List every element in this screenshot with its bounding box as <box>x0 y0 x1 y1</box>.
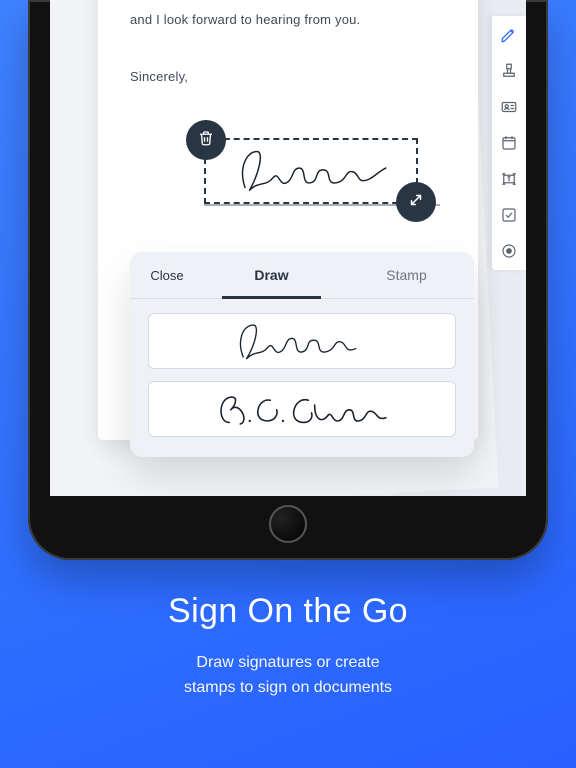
device-frame: and I look forward to hearing from you. … <box>28 0 548 560</box>
annotation-toolbar <box>491 16 526 270</box>
promo-title: Sign On the Go <box>0 592 576 631</box>
trash-icon <box>197 129 215 152</box>
promo-text: Sign On the Go Draw signatures or create… <box>0 592 576 701</box>
signature-panel-header: Close Draw Stamp <box>130 252 474 299</box>
signature-panel: Close Draw Stamp <box>130 252 474 457</box>
textbox-icon[interactable] <box>500 170 518 188</box>
delete-signature-button[interactable] <box>186 120 226 160</box>
device-screen: and I look forward to hearing from you. … <box>50 0 526 496</box>
signature-selection[interactable] <box>204 138 418 204</box>
close-button[interactable]: Close <box>130 268 204 283</box>
signature-item-jc-charles[interactable] <box>148 381 456 437</box>
stamp-icon[interactable] <box>500 62 518 80</box>
resize-icon <box>407 191 425 214</box>
checkbox-icon[interactable] <box>500 206 518 224</box>
document-area: and I look forward to hearing from you. … <box>50 0 526 496</box>
tab-draw[interactable]: Draw <box>204 252 339 298</box>
record-icon[interactable] <box>500 242 518 260</box>
home-button[interactable] <box>269 505 307 543</box>
signature-tabs: Draw Stamp <box>204 252 474 298</box>
signature-preview-james <box>222 146 406 192</box>
document-closing: Sincerely, <box>130 67 446 88</box>
resize-handle[interactable] <box>396 182 436 222</box>
pen-icon[interactable] <box>500 26 518 44</box>
signature-list <box>130 299 474 457</box>
tab-stamp[interactable]: Stamp <box>339 252 474 298</box>
id-card-icon[interactable] <box>500 98 518 116</box>
promo-slide: and I look forward to hearing from you. … <box>0 0 576 768</box>
promo-subtitle: Draw signatures or create stamps to sign… <box>0 651 576 701</box>
document-body-line: and I look forward to hearing from you. <box>130 10 446 31</box>
calendar-icon[interactable] <box>500 134 518 152</box>
signature-item-james[interactable] <box>148 313 456 369</box>
